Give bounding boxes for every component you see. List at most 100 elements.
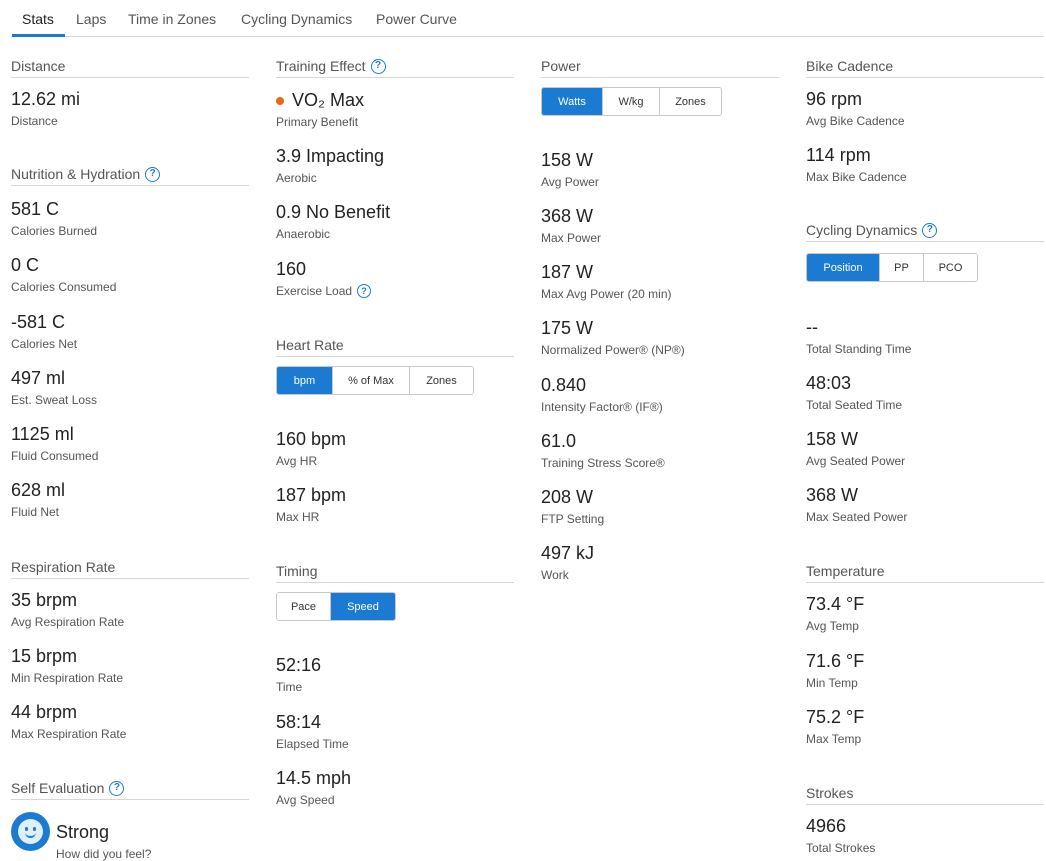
stat-value: 160 [276,259,307,279]
stat-value: 368 W [541,206,594,226]
question-circle-icon[interactable]: ? [109,780,125,796]
stat-label: Fluid Net [11,505,60,519]
power-watts-button[interactable]: Watts [542,88,603,115]
stat-avg-hr: 160 bpm Avg HR [276,429,346,468]
stat-value: 52:16 [276,655,322,675]
nutrition-header: Nutrition & Hydration? [11,166,249,186]
stat-value: 73.4 °F [806,594,865,614]
stat-ftp: 208 W FTP Setting [541,487,604,526]
stat-value: Strong [56,822,110,842]
stat-fluid-consumed: 1125 ml Fluid Consumed [11,424,98,463]
stat-value: 187 bpm [276,485,347,505]
temperature-header: Temperature [806,563,1044,583]
tab-cycling-dynamics[interactable]: Cycling Dynamics [241,11,352,27]
stat-label: Total Seated Time [806,398,903,412]
stat-label: Intensity Factor® (IF®) [541,400,663,414]
stat-label: Max Seated Power [806,510,908,524]
stat-intensity-factor: 0.840 Intensity Factor® (IF®) [541,375,663,414]
stat-aerobic: 3.9 Impacting Aerobic [276,146,384,185]
stat-label: Calories Consumed [11,280,117,294]
heart-rate-header: Heart Rate [276,337,514,357]
stat-label: Elapsed Time [276,737,349,751]
question-circle-icon[interactable]: ? [922,222,938,238]
stat-label: Work [541,568,569,582]
hr-percent-max-button[interactable]: % of Max [333,367,410,394]
stat-max-power: 368 W Max Power [541,206,601,245]
stat-seated-time: 48:03 Total Seated Time [806,373,902,412]
timing-toggle: Pace Speed [276,592,396,621]
question-circle-icon[interactable]: ? [357,284,372,298]
stat-label: Avg HR [276,454,318,468]
stat-value: VO₂ Max [276,90,364,111]
cadence-header: Bike Cadence [806,58,1044,78]
active-tab-indicator [12,34,65,37]
stat-exercise-load: 160 Exercise Load? [276,259,372,298]
stat-label: Calories Burned [11,224,98,238]
stat-value: 75.2 °F [806,707,865,727]
respiration-header: Respiration Rate [11,559,249,579]
stat-value: -581 C [11,312,66,332]
stat-max-temp: 75.2 °F Max Temp [806,707,864,746]
question-circle-icon[interactable]: ? [145,166,161,182]
stat-value: 114 rpm [806,145,871,165]
question-circle-icon[interactable]: ? [370,58,386,74]
timing-pace-button[interactable]: Pace [277,593,331,620]
stat-label: Distance [11,114,58,128]
stat-avg-cadence: 96 rpm Avg Bike Cadence [806,89,905,128]
stat-label: Avg Seated Power [806,454,906,468]
timing-speed-button[interactable]: Speed [331,593,395,620]
stat-normalized-power: 175 W Normalized Power® (NP®) [541,318,685,357]
stat-label: Exercise Load? [276,284,372,298]
stat-label: Time [276,680,303,694]
stat-value: 3.9 Impacting [276,146,385,166]
stat-avg-seated-power: 158 W Avg Seated Power [806,429,905,468]
stat-label: Calories Net [11,337,78,351]
stat-min-respiration: 15 brpm Min Respiration Rate [11,646,123,685]
stat-work: 497 kJ Work [541,543,594,582]
hr-bpm-button[interactable]: bpm [277,367,333,394]
dynamics-position-button[interactable]: Position [807,254,880,281]
stat-self-eval: Strong How did you feel? [56,822,151,861]
training-effect-header: Training Effect? [276,58,514,78]
stat-label: Min Respiration Rate [11,671,124,685]
heart-rate-toggle: bpm % of Max Zones [276,366,474,395]
dynamics-pco-button[interactable]: PCO [924,254,977,281]
stat-anaerobic: 0.9 No Benefit Anaerobic [276,202,390,241]
stat-value: 368 W [806,485,859,505]
eye [25,827,28,831]
mouth [25,832,36,838]
timing-header: Timing [276,563,514,583]
power-toggle: Watts W/kg Zones [541,87,722,116]
stat-label: Max Power [541,231,602,245]
power-header: Power [541,58,779,78]
stat-value: 497 ml [11,368,66,388]
stat-fluid-net: 628 ml Fluid Net [11,480,65,519]
power-zones-button[interactable]: Zones [660,88,721,115]
stat-avg-speed: 14.5 mph Avg Speed [276,768,351,807]
stat-time: 52:16 Time [276,655,321,694]
stat-label: Total Strokes [806,841,876,855]
stat-value: 0.840 [541,375,587,395]
tab-time-in-zones[interactable]: Time in Zones [128,11,216,27]
power-wkg-button[interactable]: W/kg [603,88,660,115]
stat-tss: 61.0 Training Stress Score® [541,431,665,470]
stat-total-strokes: 4966 Total Strokes [806,816,875,855]
stat-value: 12.62 mi [11,89,81,109]
stat-calories-burned: 581 C Calories Burned [11,199,97,238]
stat-value: 158 W [541,150,594,170]
stat-value: -- [806,317,818,337]
stat-label: Avg Power [541,175,599,189]
stat-label: How did you feel? [56,847,152,861]
stat-max-cadence: 114 rpm Max Bike Cadence [806,145,907,184]
dynamics-pp-button[interactable]: PP [880,254,924,281]
dynamics-toggle: Position PP PCO [806,253,978,282]
stat-label: Anaerobic [276,227,331,241]
tab-power-curve[interactable]: Power Curve [376,11,457,27]
stat-label: Max Respiration Rate [11,727,127,741]
hr-zones-button[interactable]: Zones [410,367,473,394]
stat-value: 44 brpm [11,702,78,722]
tab-stats[interactable]: Stats [22,11,54,27]
stat-value: 187 W [541,262,594,282]
stat-label: Max Temp [806,732,862,746]
tab-laps[interactable]: Laps [76,11,106,27]
